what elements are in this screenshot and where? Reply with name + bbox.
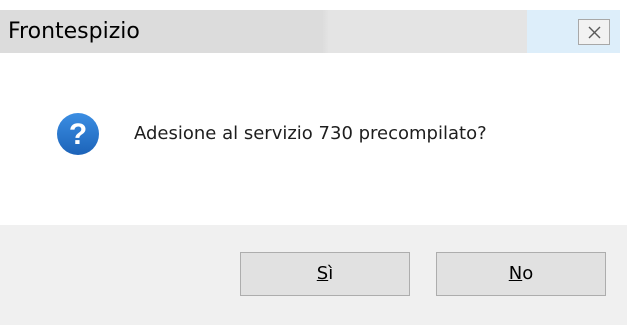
question-icon: ?: [57, 113, 99, 155]
svg-text:?: ?: [69, 118, 87, 151]
button-bar: Sì No: [0, 225, 627, 325]
close-icon: [588, 26, 601, 39]
no-button[interactable]: No: [436, 252, 606, 296]
yes-label-rest: ì: [328, 263, 334, 284]
yes-mnemonic: S: [316, 263, 329, 284]
title-bar: Frontespizio: [0, 10, 620, 53]
dialog-window: Frontespizio ? Adesione al servizio 730 …: [0, 0, 627, 325]
message-area: ? Adesione al servizio 730 precompilato?: [0, 53, 627, 225]
window-title: Frontespizio: [8, 19, 140, 44]
no-mnemonic: N: [508, 263, 523, 284]
no-label-rest: o: [522, 263, 534, 284]
yes-button[interactable]: Sì: [240, 252, 410, 296]
message-text: Adesione al servizio 730 precompilato?: [134, 123, 487, 144]
close-button[interactable]: [578, 19, 610, 45]
